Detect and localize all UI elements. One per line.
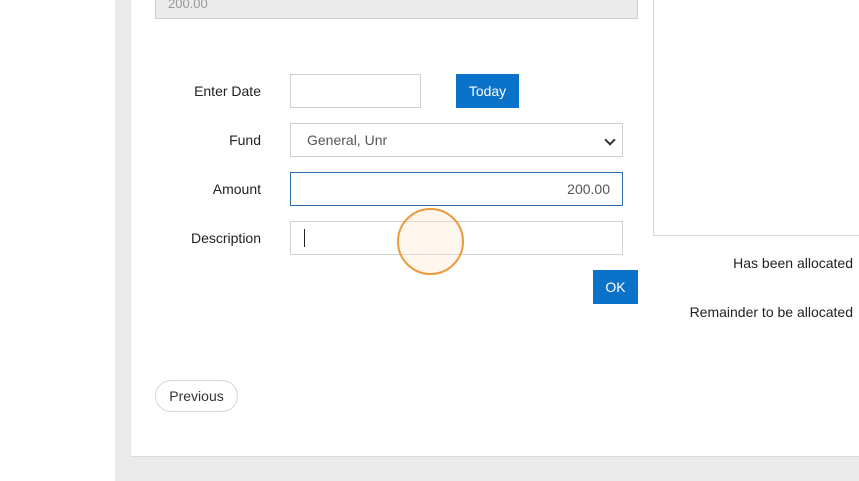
amount-input[interactable]: 200.00 bbox=[290, 172, 623, 206]
ok-button[interactable]: OK bbox=[593, 270, 638, 304]
amount-label: Amount bbox=[212, 181, 261, 197]
total-amount-value: 200.00 bbox=[168, 0, 208, 11]
allocated-label: Has been allocated bbox=[733, 255, 853, 271]
description-input[interactable] bbox=[290, 221, 623, 255]
fund-label: Fund bbox=[229, 132, 261, 148]
amount-value: 200.00 bbox=[567, 181, 610, 197]
fund-selected-value: General, Unr bbox=[307, 132, 388, 148]
allocation-panel bbox=[653, 0, 859, 236]
previous-button[interactable]: Previous bbox=[155, 380, 238, 412]
enter-date-label: Enter Date bbox=[194, 83, 261, 99]
fund-select[interactable]: General, Unr bbox=[290, 123, 623, 157]
total-amount-field: 200.00 bbox=[155, 0, 638, 19]
enter-date-input[interactable] bbox=[290, 74, 421, 108]
today-button[interactable]: Today bbox=[456, 74, 519, 108]
chevron-down-icon bbox=[604, 134, 616, 146]
text-caret bbox=[304, 229, 305, 247]
description-label: Description bbox=[190, 230, 261, 246]
remainder-label: Remainder to be allocated bbox=[689, 304, 853, 320]
